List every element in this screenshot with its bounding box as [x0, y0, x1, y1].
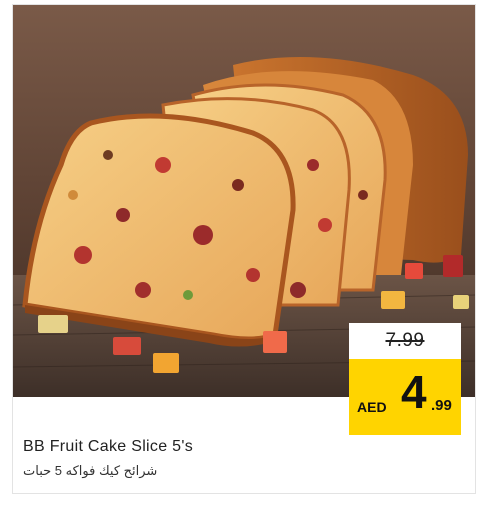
new-price-integer: 4: [401, 366, 427, 418]
product-title-arabic: شرائح كيك فواكه 5 حبات: [23, 463, 158, 478]
product-card[interactable]: 7.99 AED 4 .99 BB Fruit Cake Slice 5's ش…: [12, 4, 476, 494]
old-price: 7.99: [385, 330, 425, 351]
old-price-row: 7.99: [349, 323, 461, 359]
new-price-decimal: .99: [431, 397, 452, 414]
price-tag: 7.99 AED 4 .99: [349, 323, 461, 435]
product-title[interactable]: BB Fruit Cake Slice 5's: [23, 438, 193, 456]
new-price-row: AED 4 .99: [349, 359, 461, 435]
currency-label: AED: [357, 399, 387, 415]
